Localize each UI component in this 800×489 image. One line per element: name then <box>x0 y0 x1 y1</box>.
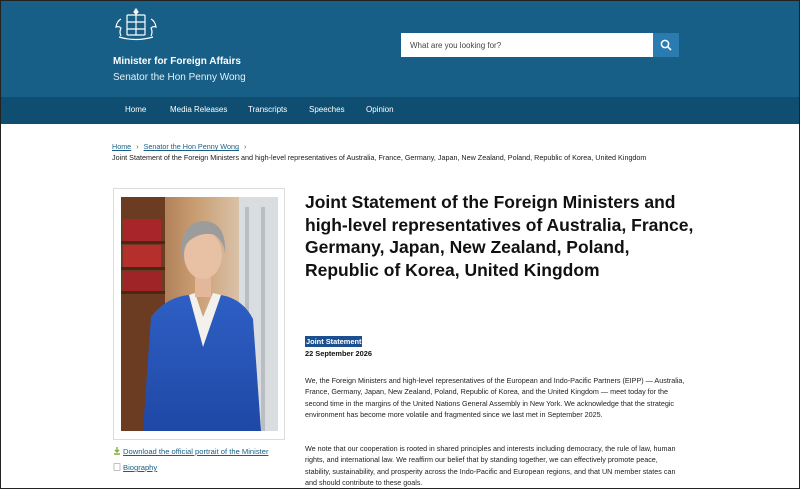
biography-link[interactable]: Biography <box>113 463 157 472</box>
site-subtitle: Senator the Hon Penny Wong <box>113 72 246 83</box>
minister-portrait <box>121 197 278 431</box>
page-frame: Minister for Foreign Affairs Senator the… <box>0 0 800 489</box>
nav-speeches[interactable]: Speeches <box>309 105 345 114</box>
breadcrumb-separator: › <box>243 142 247 151</box>
breadcrumb-separator: › <box>136 142 139 151</box>
nav-opinion[interactable]: Opinion <box>366 105 394 114</box>
breadcrumb-current: Joint Statement of the Foreign Ministers… <box>112 153 647 162</box>
biography-icon <box>113 463 121 471</box>
nav-transcripts[interactable]: Transcripts <box>248 105 287 114</box>
site-title[interactable]: Minister for Foreign Affairs <box>113 56 241 67</box>
article-title: Joint Statement of the Foreign Ministers… <box>305 192 694 280</box>
article-tag[interactable]: Joint Statement <box>305 336 363 347</box>
search-button[interactable] <box>653 33 679 57</box>
breadcrumb: Home › Senator the Hon Penny Wong › Joint S… <box>112 141 672 163</box>
search-icon <box>660 39 672 51</box>
article-paragraph: We note that our cooperation is rooted i… <box>305 444 676 487</box>
nav-home[interactable]: Home <box>125 105 146 114</box>
breadcrumb-home[interactable]: Home <box>112 142 131 151</box>
main-nav: Home Media Releases Transcripts Speeches… <box>1 97 799 124</box>
biography-label[interactable]: Biography <box>123 463 157 472</box>
download-icon <box>114 447 120 455</box>
crest-icon[interactable] <box>113 7 159 41</box>
download-portrait-label[interactable]: Download the official portrait of the Mi… <box>123 447 268 456</box>
download-portrait-link[interactable]: Download the official portrait of the Mi… <box>113 447 268 456</box>
article-paragraph: We, the Foreign Ministers and high-level… <box>305 376 685 419</box>
article-date: 22 September 2026 <box>305 349 372 358</box>
site-header: Minister for Foreign Affairs Senator the… <box>1 1 799 97</box>
portrait-card <box>113 188 285 440</box>
breadcrumb-section[interactable]: Senator the Hon Penny Wong <box>144 142 239 151</box>
nav-media-releases[interactable]: Media Releases <box>170 105 227 114</box>
search-input[interactable] <box>401 33 653 57</box>
